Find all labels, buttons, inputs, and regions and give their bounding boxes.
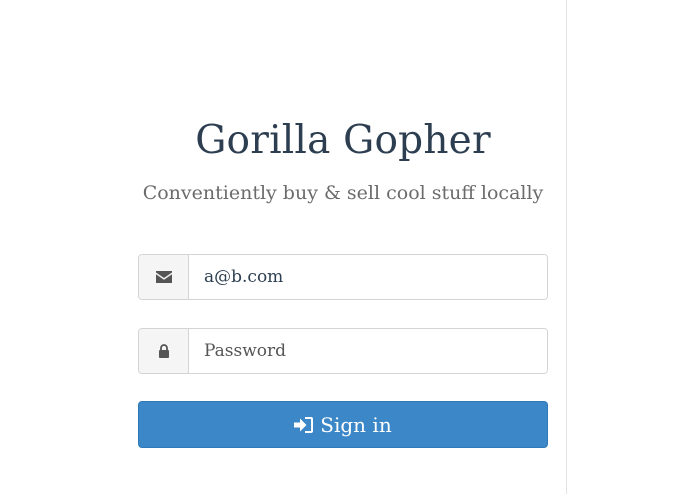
password-field[interactable] bbox=[189, 329, 547, 373]
sign-in-button[interactable]: Sign in bbox=[138, 401, 548, 448]
app-title: Gorilla Gopher bbox=[195, 118, 491, 163]
sign-in-icon bbox=[294, 416, 314, 434]
login-page: Gorilla Gopher Conventiently buy & sell … bbox=[0, 0, 695, 494]
email-input-group bbox=[138, 254, 548, 300]
vertical-divider bbox=[566, 0, 567, 494]
app-tagline: Conventiently buy & sell cool stuff loca… bbox=[142, 182, 544, 204]
sign-in-label: Sign in bbox=[320, 412, 392, 437]
password-input-group bbox=[138, 328, 548, 374]
email-field[interactable] bbox=[189, 255, 547, 299]
envelope-icon bbox=[139, 255, 189, 299]
lock-icon bbox=[139, 329, 189, 373]
